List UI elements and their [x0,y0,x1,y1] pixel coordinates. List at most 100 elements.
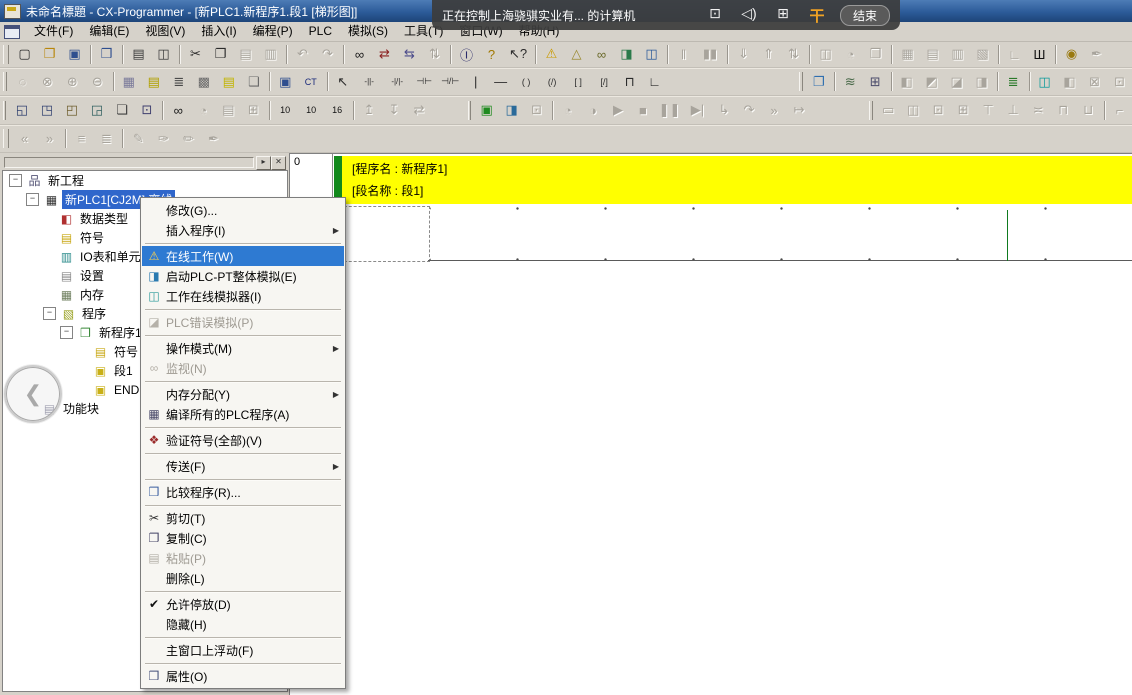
print-preview-icon[interactable]: ◫ [151,43,176,66]
find-in-project-icon[interactable]: ∞ [166,99,191,122]
panel-arrow-button[interactable]: ▸ [256,156,271,170]
context-menu-item-22[interactable]: ❐复制(C) [142,528,344,548]
context-menu-item-17[interactable]: 传送(F)▶ [142,456,344,476]
rung-comments-icon[interactable]: ▤ [141,70,166,93]
context-menu-item-12[interactable]: 内存分配(Y)▶ [142,384,344,404]
toolbar-grip[interactable] [468,101,471,120]
compile-all-icon[interactable]: ⊞ [863,70,888,93]
menubar-item-0[interactable]: 文件(F) [26,23,81,40]
menubar-item-3[interactable]: 插入(I) [193,23,244,40]
menubar-item-1[interactable]: 编辑(E) [81,23,137,40]
rung-display-icon[interactable]: ▤ [216,70,241,93]
window-properties-icon[interactable]: ⊡ [134,99,159,122]
toolbar-grip[interactable] [799,72,803,91]
menubar-item-6[interactable]: 模拟(S) [340,23,396,40]
toolbar-grip[interactable] [3,101,6,120]
expand-collapse-box[interactable]: − [9,174,22,187]
work-online-auto-icon[interactable]: △ [564,43,589,66]
replace-icon[interactable]: ⇄ [372,43,397,66]
window-io-table-icon[interactable]: ◲ [84,99,109,122]
tree-node-0[interactable]: −品新工程 [3,171,287,190]
compare-files-icon[interactable]: ❒ [94,43,119,66]
toolbar-grip[interactable] [3,72,7,91]
window-diagram-icon[interactable]: ◱ [9,99,34,122]
find-icon[interactable]: ∞ [347,43,372,66]
sim-online-pt-icon[interactable]: ◨ [499,99,524,122]
window-mnemonic-icon[interactable]: ◳ [34,99,59,122]
context-menu-item-27[interactable]: 隐藏(H) [142,614,344,634]
menubar-item-2[interactable]: 视图(V) [137,23,193,40]
sim-online-icon[interactable]: ▣ [474,99,499,122]
context-menu-item-31[interactable]: ❒属性(O) [142,666,344,686]
new-or-contact-icon[interactable]: ⊣⊢ [411,70,437,93]
new-file-icon[interactable]: ▢ [12,43,37,66]
toolbox-icon[interactable]: ⊞ [766,5,800,26]
open-file-icon[interactable]: ❐ [37,43,62,66]
context-menu-item-3[interactable]: ⚠在线工作(W) [142,246,344,266]
menubar-item-5[interactable]: PLC [301,23,340,40]
context-menu-item-29[interactable]: 主窗口上浮动(F) [142,640,344,660]
cut-icon[interactable]: ✂ [183,43,208,66]
context-menu-item-1[interactable]: 插入程序(I)▶ [142,220,344,240]
context-menu-item-13[interactable]: ▦编译所有的PLC程序(A) [142,404,344,424]
work-online-sim-icon[interactable]: ◫ [1032,70,1057,93]
format-decimal-icon[interactable]: 10 [272,99,298,122]
menubar-item-4[interactable]: 编程(P) [245,23,301,40]
window-symbols-icon[interactable]: ◰ [59,99,84,122]
work-online-icon[interactable]: ⚠ [539,43,564,66]
format-hex-icon[interactable]: 16 [324,99,350,122]
toolbar-grip[interactable] [3,129,9,148]
interlock-tool-icon[interactable]: ∟ [642,70,667,93]
watch-lock-icon[interactable]: ◉ [1059,43,1084,66]
toolbar-grip[interactable] [869,101,872,120]
selected-cell-cursor[interactable] [339,206,430,262]
new-contact-icon[interactable]: -||- [355,70,383,93]
online-simulator-icon[interactable]: ◫ [639,43,664,66]
watch-window-stack-icon[interactable]: ≣ [1001,70,1026,93]
transfer-program-icon[interactable]: ❐ [806,70,831,93]
context-menu-item-15[interactable]: ❖验证符号(全部)(V) [142,430,344,450]
context-menu-item-26[interactable]: ✔允许停放(D) [142,594,344,614]
new-vertical-line-icon[interactable]: | [463,70,488,93]
monitor-in-rung-icon[interactable]: ▩ [191,70,216,93]
brand-icon[interactable]: 干 [800,5,834,26]
panel-close-button[interactable]: ✕ [271,156,286,170]
context-menu-item-24[interactable]: 删除(L) [142,568,344,588]
window-settings-icon[interactable]: ❏ [109,99,134,122]
about-icon[interactable]: Ⓘ [454,43,479,66]
tree-panel-grip[interactable] [4,157,254,168]
context-menu-item-21[interactable]: ✂剪切(T) [142,508,344,528]
copy-icon[interactable]: ❐ [208,43,233,66]
context-menu-item-4[interactable]: ◨启动PLC-PT整体模拟(E) [142,266,344,286]
format-signed-decimal-icon[interactable]: 10 [298,99,324,122]
context-help-icon[interactable]: ↖? [504,43,532,66]
new-coil-icon[interactable]: ( ) [513,70,539,93]
fullscreen-icon[interactable]: ⊡ [698,5,732,26]
find-online-icon[interactable]: ∞ [589,43,614,66]
new-horizontal-line-icon[interactable]: — [488,70,513,93]
context-menu-item-0[interactable]: 修改(G)... [142,200,344,220]
new-closed-contact-icon[interactable]: -|/|- [383,70,411,93]
new-inverted-instruction-icon[interactable]: [/] [591,70,617,93]
ladder-editor[interactable]: 0 [程序名 : 新程序1] [段名称 : 段1] [289,153,1132,695]
select-tool-icon[interactable]: ↖ [330,70,355,93]
comment-editor-icon[interactable]: ▣ [273,70,298,93]
online-with-simulator-icon[interactable]: ◨ [614,43,639,66]
help-topics-icon[interactable]: ? [479,43,504,66]
change-all-icon[interactable]: ⇆ [397,43,422,66]
expand-collapse-box[interactable]: − [60,326,73,339]
print-icon[interactable]: ▤ [126,43,151,66]
expand-collapse-box[interactable]: − [43,307,56,320]
address-reference-icon[interactable]: ≣ [166,70,191,93]
context-menu-item-9[interactable]: 操作模式(M)▶ [142,338,344,358]
new-instruction-icon[interactable]: [ ] [565,70,591,93]
new-or-closed-contact-icon[interactable]: ⊣/⊢ [437,70,463,93]
ladder-diagram-icon[interactable]: Ш [1027,43,1052,66]
context-menu-item-19[interactable]: ❒比较程序(R)... [142,482,344,502]
show-tree-icon[interactable]: ❑ [241,70,266,93]
grid-toggle-icon[interactable]: ▦ [116,70,141,93]
remote-sidebar-toggle[interactable]: ❮ [4,365,62,423]
mdi-child-icon[interactable] [4,25,20,39]
toolbar-grip[interactable] [3,45,9,64]
new-closed-coil-icon[interactable]: (/) [539,70,565,93]
